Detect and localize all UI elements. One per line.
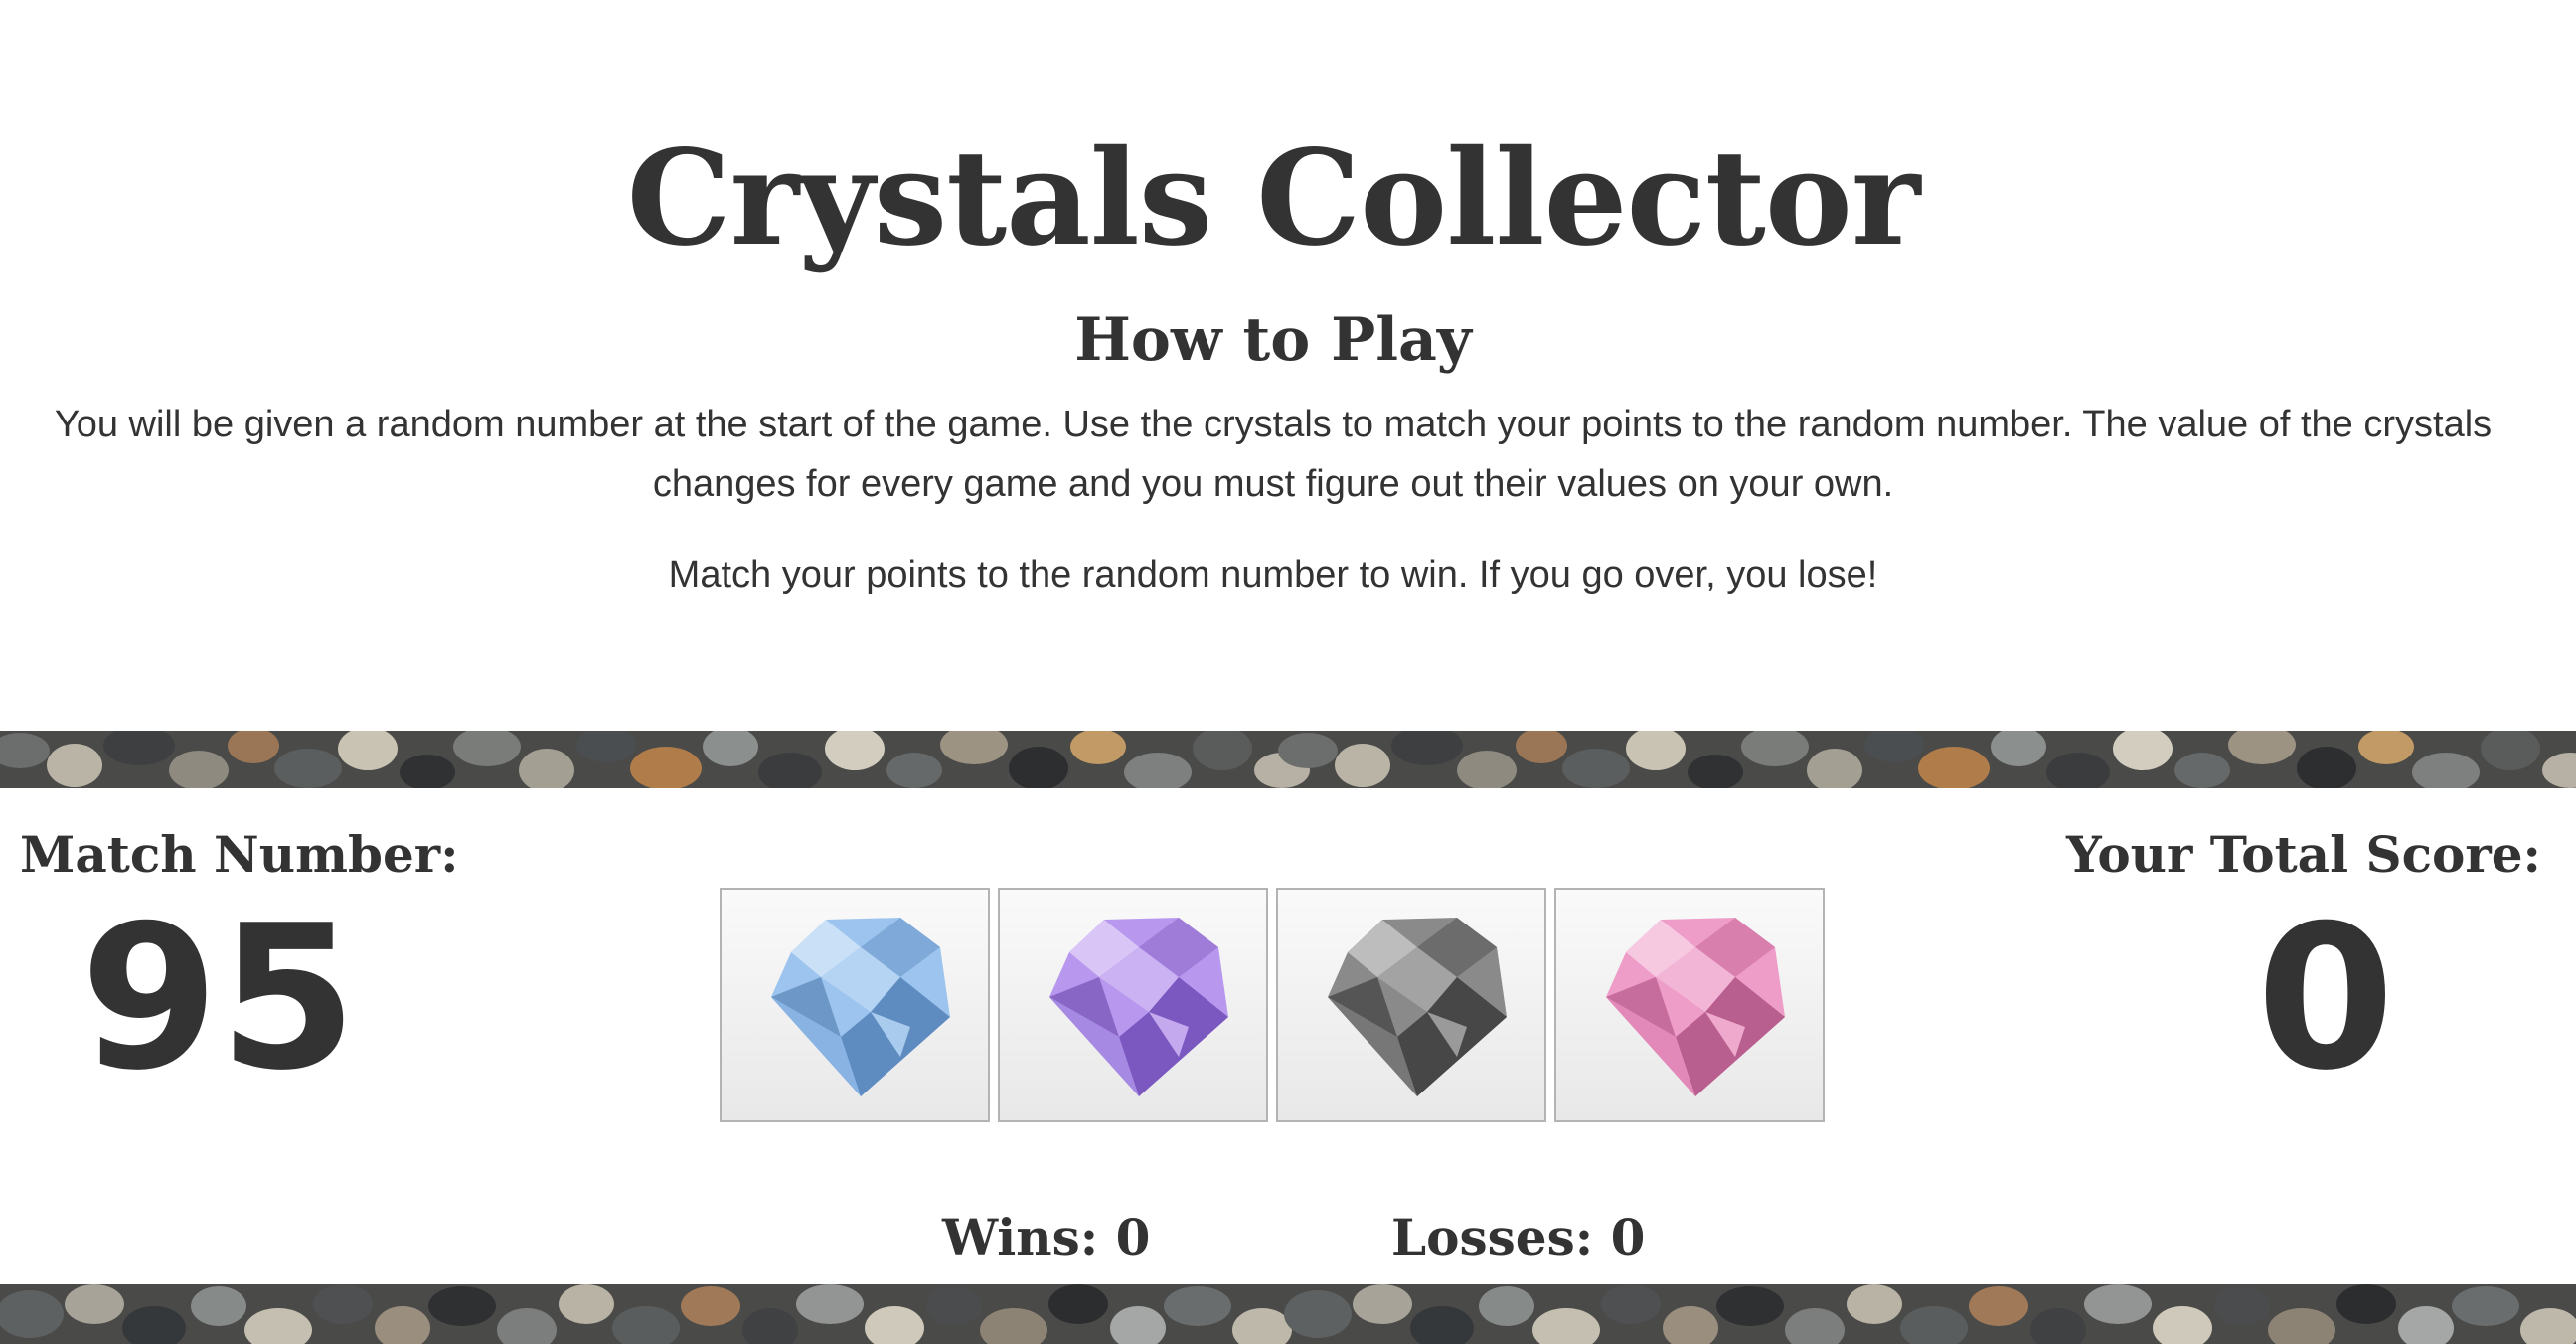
total-score-value: 0 xyxy=(2256,883,2395,1114)
rule-text: Match your points to the random number t… xyxy=(668,554,1878,595)
page-title: Crystals Collector xyxy=(626,121,1921,275)
losses-value: 0 xyxy=(1610,1208,1646,1266)
blue-crystal-icon xyxy=(771,918,950,1096)
wins-value: 0 xyxy=(1115,1208,1151,1266)
losses-label: Losses: xyxy=(1391,1208,1594,1266)
purple-crystal-icon xyxy=(1049,918,1228,1096)
gray-crystal-button[interactable] xyxy=(1276,888,1546,1122)
match-number-value: 95 xyxy=(80,883,358,1114)
pink-crystal-icon xyxy=(1606,918,1785,1096)
pink-crystal-button[interactable] xyxy=(1554,888,1825,1122)
losses-counter: Losses: 0 xyxy=(1391,1203,1645,1272)
crystal-row xyxy=(720,888,1825,1124)
instructions-text: You will be given a random number at the… xyxy=(54,404,2493,505)
pebble-texture-bottom xyxy=(0,1284,2576,1344)
pebble-texture-top xyxy=(0,731,2576,788)
pebble-border-top xyxy=(0,731,2576,788)
gray-crystal-icon xyxy=(1328,918,1507,1096)
how-to-play-heading: How to Play xyxy=(1074,305,1472,375)
pebble-border-bottom xyxy=(0,1284,2576,1344)
page: Crystals Collector How to Play You will … xyxy=(0,0,2576,1344)
wins-label: Wins: xyxy=(942,1208,1099,1266)
blue-crystal-button[interactable] xyxy=(720,888,990,1122)
wins-counter: Wins: 0 xyxy=(942,1203,1150,1272)
purple-crystal-button[interactable] xyxy=(998,888,1268,1122)
